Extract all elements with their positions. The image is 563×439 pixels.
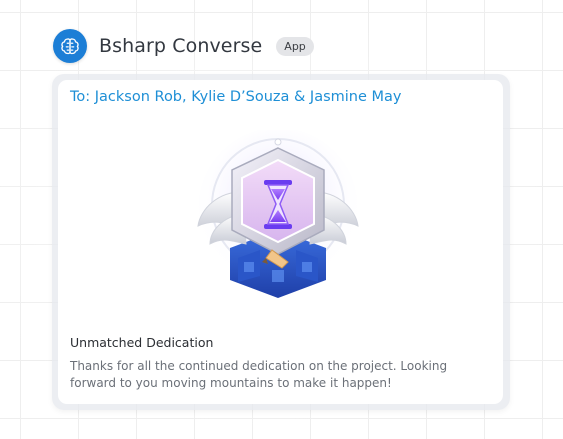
- brain-icon: [53, 29, 87, 63]
- message-body: Thanks for all the continued dedication …: [70, 359, 448, 390]
- hourglass-trophy-badge: [188, 128, 368, 310]
- message-card: To: Jackson Rob, Kylie D’Souza & Jasmine…: [58, 80, 503, 404]
- app-badge: App: [276, 36, 314, 56]
- message-title: Unmatched Dedication: [70, 335, 214, 350]
- app-header: Bsharp Converse App: [53, 28, 314, 64]
- app-name: Bsharp Converse: [99, 35, 263, 57]
- recipients-line: To: Jackson Rob, Kylie D’Souza & Jasmine…: [70, 89, 402, 105]
